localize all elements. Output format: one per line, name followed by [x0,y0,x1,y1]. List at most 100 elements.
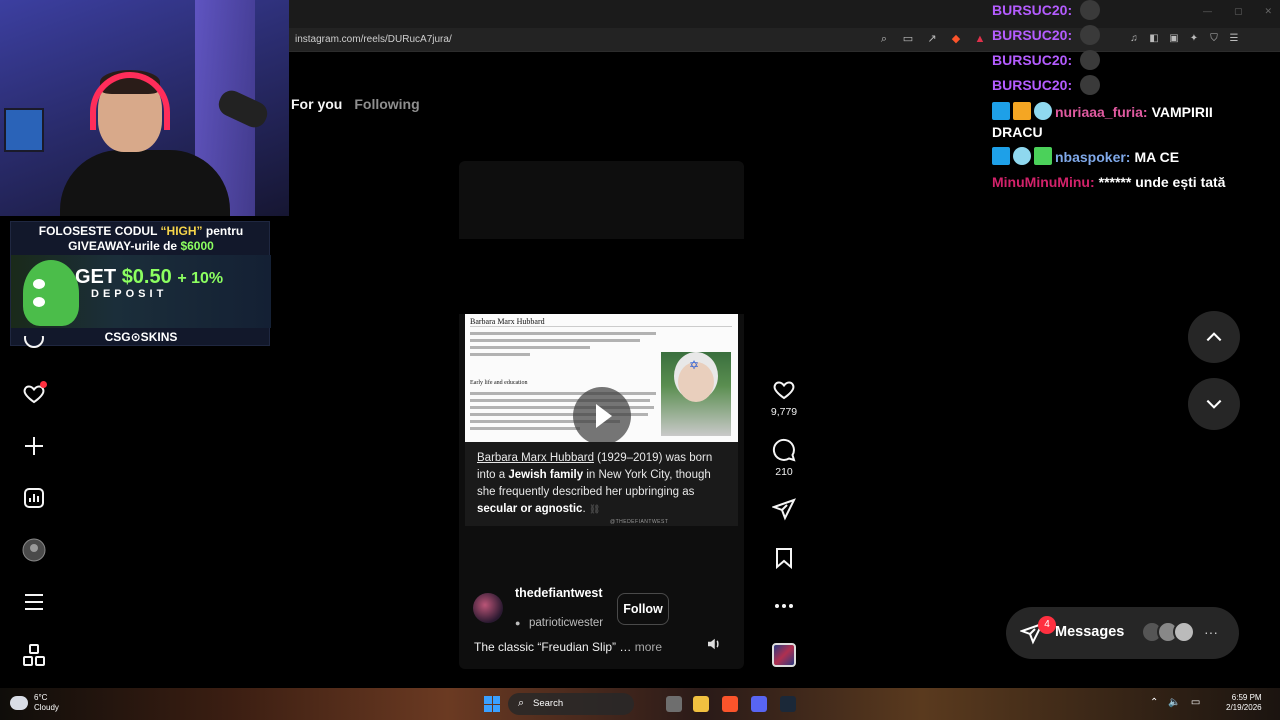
avatar [1173,621,1195,643]
chat-message: MinuMinuMinu: ****** unde ești tată [992,174,1226,190]
date: 2/19/2026 [1226,703,1262,712]
next-reel-button[interactable] [1188,378,1240,430]
profile-avatar[interactable] [22,538,46,562]
save-bookmark-icon[interactable] [772,546,796,570]
extension-icons: ♫ ◧ ▣ ✦ ⛉ ☰ [1128,33,1240,45]
task-view-icon[interactable] [666,696,682,712]
promo-offer: GET $0.50 + 10% [75,266,224,288]
promo-mascot [23,260,79,326]
weather-condition: Cloudy [34,703,59,712]
promo-line-2: GIVEAWAY-urile de $6000 [68,239,214,253]
search-label: Search [533,698,564,709]
video-caption: Barbara Marx Hubbard (1929–2019) was bor… [477,452,713,515]
comment-icon[interactable] [772,438,796,462]
ghost-badge-icon [1034,102,1052,120]
create-plus-icon[interactable] [22,434,46,458]
previous-reel-button[interactable] [1188,311,1240,363]
person-icon: ● [515,618,521,628]
share-icon[interactable]: ↗ [925,32,939,46]
brave-rewards-icon[interactable]: ▲ [973,32,987,46]
emote-icon [1080,75,1101,95]
brave-browser-icon[interactable] [722,696,738,712]
url-text[interactable]: instagram.com/reels/DURucA7jura/ [295,34,452,45]
start-button[interactable] [484,696,500,712]
tab-following[interactable]: Following [354,96,419,112]
mascot-eyes [33,276,69,307]
video-credit: @THEDEFIANTWEST [610,519,669,525]
dashboard-icon[interactable] [22,486,46,510]
ai-icon[interactable]: ✦ [1188,33,1200,45]
share-send-icon[interactable] [772,497,796,521]
menu-icon[interactable]: ☰ [1228,33,1240,45]
chat-message: BURSUC20: [992,0,1101,20]
notification-dot [40,381,47,388]
wiki-heading: Early life and education [470,380,528,386]
promo-deposit: DEPOSIT [91,288,168,300]
sidebar-icon[interactable]: ◧ [1148,33,1160,45]
badge-icon [992,102,1010,120]
cast-icon[interactable]: ▭ [901,32,915,46]
also-from-meta-icon[interactable] [22,643,46,667]
more-link[interactable]: more [635,640,662,654]
follow-button[interactable]: Follow [617,593,669,625]
chat-message: nbaspoker: MA CE [992,147,1179,167]
author-username[interactable]: thedefiantwest [515,585,607,601]
weather-widget[interactable]: 6°C Cloudy [10,693,59,713]
zoom-icon[interactable]: ⌕ [877,32,891,46]
music-icon[interactable]: ♫ [1128,33,1140,45]
wallet-icon[interactable]: ▣ [1168,33,1180,45]
more-menu-icon[interactable] [22,590,46,614]
temperature: 6°C [34,693,48,702]
time: 6:59 PM [1231,693,1262,702]
wiki-rule [470,326,732,327]
taskbar-search[interactable]: ⌕ Search [508,693,634,715]
vpn-icon[interactable]: ⛉ [1208,33,1220,45]
sponsor-promo: FOLOSESTE CODUL “HIGH” pentru GIVEAWAY-u… [10,221,271,346]
address-bar-icons: ⌕ ▭ ↗ ◆ ▲ [877,32,987,46]
video-caption-box: Barbara Marx Hubbard (1929–2019) was bor… [465,442,738,526]
author-avatar[interactable] [473,593,503,623]
promo-brand: CSG⊙SKINS [104,330,178,344]
explore-icon[interactable] [22,336,46,350]
window-controls: — ▢ ✕ [1203,6,1272,17]
reel-video[interactable]: Barbara Marx Hubbard Early life and educ… [459,161,744,669]
steam-icon[interactable] [780,696,796,712]
network-icon[interactable]: ▭ [1191,697,1200,708]
close-button[interactable]: ✕ [1264,6,1272,17]
more-options-icon[interactable] [772,594,796,618]
wiki-text-lines [470,332,656,360]
search-icon: ⌕ [518,697,525,709]
minimize-button[interactable]: — [1203,6,1212,17]
link-icon: ⛓ [588,504,601,514]
tab-for-you[interactable]: For you [291,96,342,112]
emote-icon [1080,25,1101,45]
star-of-david-icon: ✡ [689,358,700,372]
messages-button[interactable]: 4 Messages ··· [1006,607,1239,659]
video-letterbox [459,239,744,314]
like-count: 9,779 [770,406,798,418]
messages-label: Messages [1055,624,1125,640]
like-icon[interactable] [772,378,796,402]
wiki-title: Barbara Marx Hubbard [470,317,545,326]
audio-attribution[interactable]: ● patrioticwester [515,617,603,629]
chat-message: BURSUC20: [992,25,1101,45]
file-explorer-icon[interactable] [693,696,709,712]
show-hidden-icons-icon[interactable]: ⌃ [1150,697,1158,708]
feed-tabs: For you Following [291,96,420,112]
brave-shield-icon[interactable]: ◆ [949,32,963,46]
clock[interactable]: 6:59 PM 2/19/2026 [1226,693,1262,713]
emote-icon [1080,50,1101,70]
chat-message: BURSUC20: [992,50,1101,70]
audio-track-thumbnail[interactable] [772,643,796,667]
discord-icon[interactable] [751,696,767,712]
weather-text: 6°C Cloudy [34,693,59,713]
speaker-icon[interactable]: 🔈 [1168,697,1180,708]
maximize-button[interactable]: ▢ [1234,6,1243,17]
system-tray: ⌃ 🔈 ▭ [1150,697,1200,708]
reel-description: The classic “Freudian Slip” … more [474,640,663,654]
play-button[interactable] [573,387,631,445]
more-dots-icon: ··· [1204,624,1218,640]
windows-taskbar: 6°C Cloudy ⌕ Search ⌃ 🔈 ▭ 6:59 PM 2/19/2… [0,688,1280,720]
conversation-avatars [1141,621,1195,643]
volume-icon[interactable] [705,635,723,653]
